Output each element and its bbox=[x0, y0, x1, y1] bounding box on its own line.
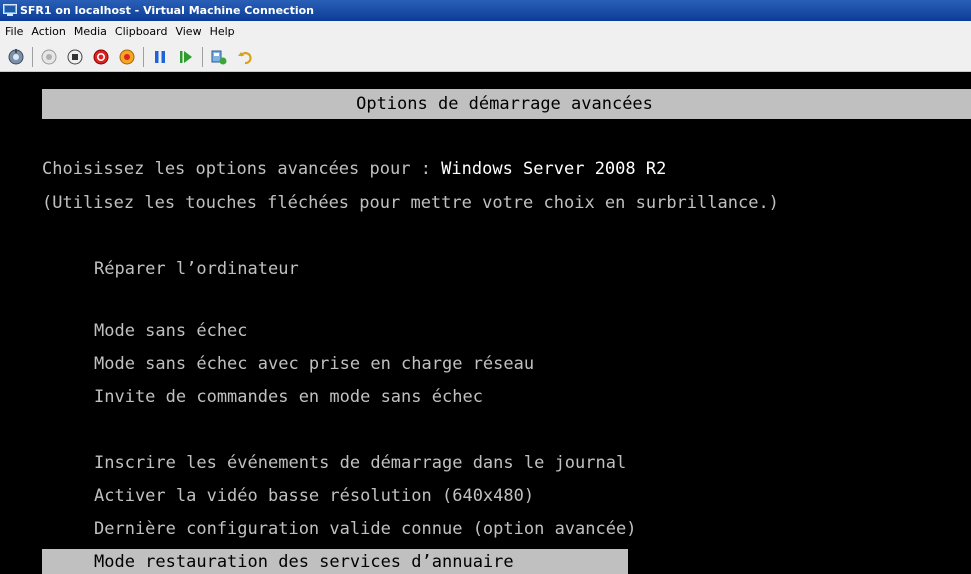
boot-option-ds-restore-selected[interactable]: Mode restauration des services d’annuair… bbox=[94, 550, 514, 574]
boot-option-safe-mode-network[interactable]: Mode sans échec avec prise en charge rés… bbox=[94, 352, 534, 376]
boot-prompt-label: Choisissez les options avancées pour : bbox=[42, 159, 442, 179]
window-title: SFR1 on localhost - Virtual Machine Conn… bbox=[20, 4, 314, 17]
boot-hint: (Utilisez les touches fléchées pour mett… bbox=[42, 193, 779, 213]
turn-off-icon[interactable] bbox=[63, 45, 87, 69]
resume-icon[interactable] bbox=[174, 45, 198, 69]
revert-icon[interactable] bbox=[233, 45, 257, 69]
toolbar bbox=[0, 42, 971, 72]
boot-option-boot-logging[interactable]: Inscrire les événements de démarrage dan… bbox=[94, 451, 626, 475]
start-icon[interactable] bbox=[37, 45, 61, 69]
boot-option-last-known-good[interactable]: Dernière configuration valide connue (op… bbox=[94, 517, 636, 541]
menu-file[interactable]: File bbox=[2, 21, 28, 42]
menu-media[interactable]: Media bbox=[71, 21, 112, 42]
ctrl-alt-del-icon[interactable] bbox=[4, 45, 28, 69]
snapshot-icon[interactable] bbox=[207, 45, 231, 69]
boot-option-low-res-video[interactable]: Activer la vidéo basse résolution (640x4… bbox=[94, 484, 534, 508]
pause-icon[interactable] bbox=[148, 45, 172, 69]
toolbar-separator bbox=[202, 46, 203, 67]
vm-console-screen[interactable]: Options de démarrage avancées Choisissez… bbox=[0, 73, 971, 574]
boot-option-safe-mode[interactable]: Mode sans échec bbox=[94, 319, 248, 343]
window-title-bar: SFR1 on localhost - Virtual Machine Conn… bbox=[0, 0, 971, 21]
menu-bar: File Action Media Clipboard View Help bbox=[0, 21, 971, 42]
toolbar-separator bbox=[143, 46, 144, 67]
menu-action[interactable]: Action bbox=[28, 21, 70, 42]
os-name: Windows Server 2008 R2 bbox=[441, 159, 667, 179]
boot-option-safe-mode-cmd[interactable]: Invite de commandes en mode sans échec bbox=[94, 385, 483, 409]
shut-down-icon[interactable] bbox=[89, 45, 113, 69]
power-icon[interactable] bbox=[115, 45, 139, 69]
boot-menu-title: Options de démarrage avancées bbox=[356, 94, 653, 114]
menu-view[interactable]: View bbox=[172, 21, 206, 42]
boot-menu-header: Options de démarrage avancées bbox=[42, 89, 971, 119]
boot-option-repair[interactable]: Réparer l’ordinateur bbox=[94, 257, 299, 281]
menu-help[interactable]: Help bbox=[207, 21, 240, 42]
virtual-machine-icon bbox=[3, 4, 17, 17]
menu-clipboard[interactable]: Clipboard bbox=[112, 21, 173, 42]
toolbar-separator bbox=[32, 46, 33, 67]
boot-prompt: Choisissez les options avancées pour : W… bbox=[42, 157, 666, 181]
